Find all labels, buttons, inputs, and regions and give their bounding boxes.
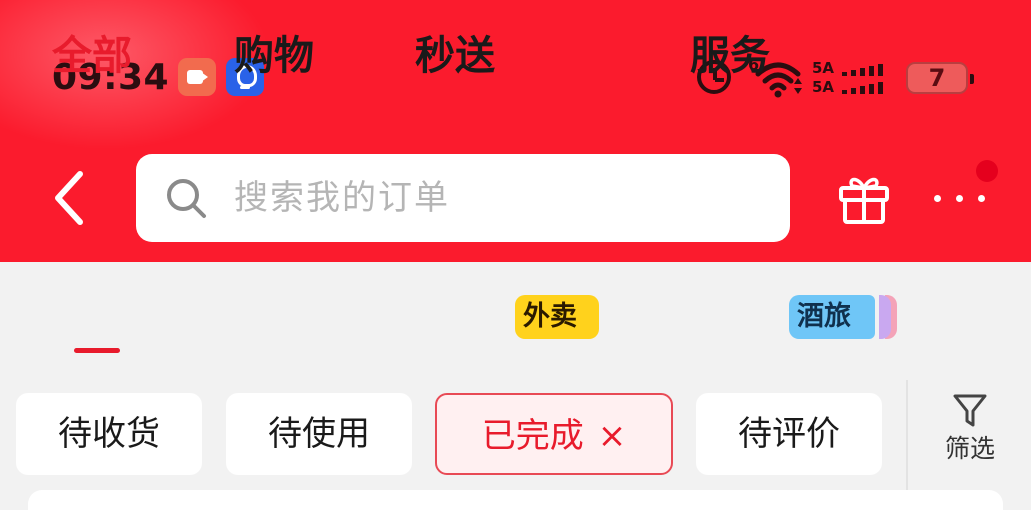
sim1-bars — [842, 64, 883, 76]
tab-active-indicator — [74, 348, 120, 353]
tab-miaosong[interactable]: 秒送 — [415, 30, 495, 82]
top-header: 09:34 6 5A 5A 7 搜索我的订单 — [0, 0, 1031, 262]
filter-label: 筛选 — [944, 434, 995, 463]
battery-level: 7 — [928, 64, 946, 92]
tab-shopping[interactable]: 购物 — [234, 30, 314, 82]
waimai-badge: 外卖 — [515, 295, 599, 339]
tab-all[interactable]: 全部 — [52, 30, 132, 82]
sim2-bars — [842, 82, 883, 94]
chip-completed-label: 已完成 — [481, 416, 584, 456]
screen-record-icon — [178, 58, 216, 96]
chip-to-use[interactable]: 待使用 — [226, 393, 412, 475]
chip-to-review[interactable]: 待评价 — [696, 393, 882, 475]
search-icon — [167, 179, 206, 218]
more-icon[interactable] — [928, 178, 992, 218]
chip-to-receive[interactable]: 待收货 — [16, 393, 202, 475]
back-icon[interactable] — [48, 168, 88, 228]
jiulv-badge-stripe — [879, 295, 891, 339]
filter-divider — [906, 380, 908, 490]
notification-dot — [976, 160, 998, 182]
sim2-label: 5A — [812, 78, 835, 96]
sim1-label: 5A — [812, 59, 835, 77]
filter-icon — [953, 394, 987, 427]
battery-icon: 7 — [906, 62, 974, 94]
order-card-top — [28, 490, 1003, 510]
cellular-signal: 5A 5A — [812, 60, 894, 98]
chip-completed[interactable]: 已完成 × — [435, 393, 673, 475]
gift-icon[interactable] — [836, 170, 892, 226]
tab-service[interactable]: 服务 — [690, 30, 770, 82]
search-input[interactable]: 搜索我的订单 — [136, 154, 790, 242]
filter-button[interactable]: 筛选 — [928, 392, 1012, 482]
close-icon[interactable]: × — [598, 416, 627, 456]
search-placeholder: 搜索我的订单 — [234, 178, 450, 218]
jiulv-badge: 酒旅 — [789, 295, 875, 339]
